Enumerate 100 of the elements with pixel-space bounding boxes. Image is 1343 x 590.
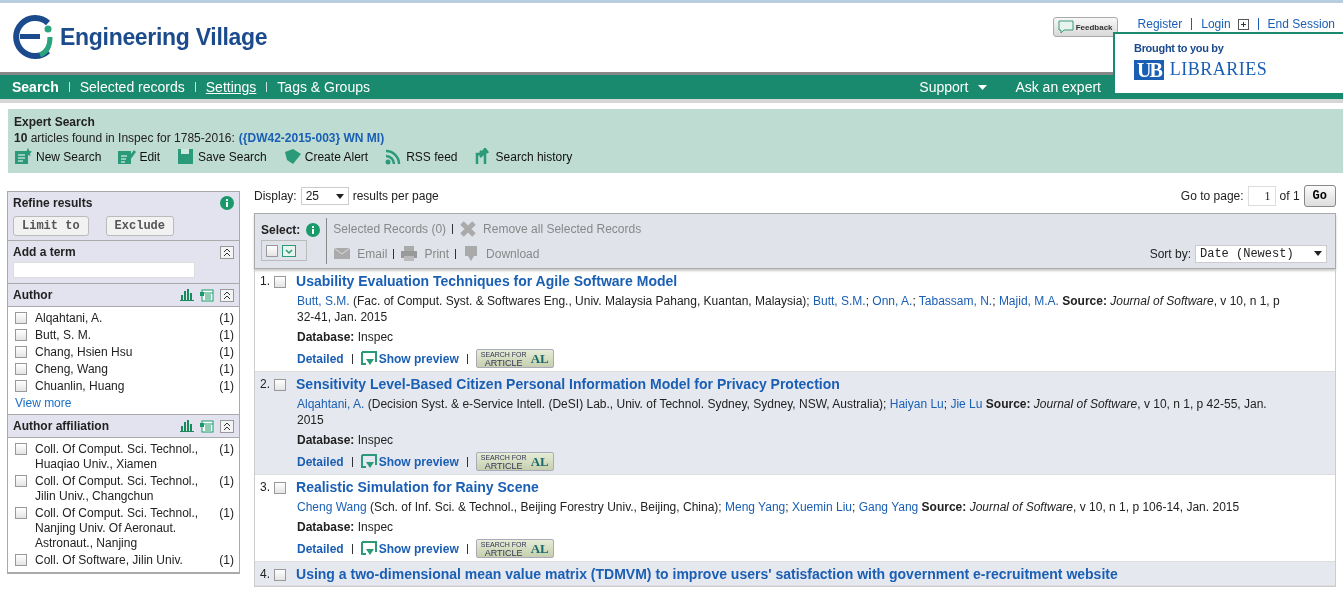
facet-count: (1) (219, 311, 234, 326)
view-more-link[interactable]: View more (15, 396, 234, 410)
nav-link[interactable]: Support (919, 79, 988, 95)
nav-tab[interactable]: Tags & Groups (277, 79, 370, 95)
plus-box-icon[interactable] (1237, 18, 1249, 30)
checkbox[interactable] (15, 507, 27, 519)
show-preview-link[interactable]: Show preview (360, 541, 459, 556)
feedback-button[interactable]: Feedback (1052, 17, 1118, 37)
facet-label[interactable]: Cheng, Wang (35, 362, 212, 377)
checkbox[interactable] (274, 568, 286, 581)
toolbar-action[interactable]: Save Search (176, 148, 267, 165)
select-all-checkbox[interactable] (266, 245, 278, 257)
detailed-link[interactable]: Detailed (297, 541, 344, 556)
nav-tab[interactable]: Selected records (79, 79, 185, 95)
checkbox[interactable] (15, 380, 27, 392)
author-link[interactable]: Alqahtani, A. (297, 397, 365, 411)
sort-select[interactable]: Date (Newest) (1195, 244, 1327, 263)
result-title-link[interactable]: Sensitivity Level-Based Citizen Personal Information Model for Privacy Protection (296, 376, 840, 392)
filter-button[interactable]: Exclude (105, 216, 175, 236)
author-link[interactable]: Majid, M.A. (998, 294, 1059, 308)
preview-arrow-icon (360, 454, 377, 469)
database-line: Database: Inspec (297, 433, 395, 447)
toolbar-action[interactable]: RSS feed (384, 148, 458, 165)
page-field[interactable]: 1 (1247, 186, 1276, 206)
dropdown-caret-icon[interactable] (282, 244, 296, 257)
info-icon (220, 196, 234, 210)
result-number: 4. (260, 567, 270, 581)
term-field[interactable] (13, 262, 195, 278)
section-title: Author affiliation (13, 419, 109, 433)
goto-label: Go to page: (1180, 189, 1244, 203)
facet-label[interactable]: Butt, S. M. (35, 328, 212, 343)
collapse-icon[interactable] (220, 288, 234, 302)
checkbox[interactable] (274, 378, 286, 391)
preview-arrow-icon (360, 541, 377, 556)
checkbox[interactable] (15, 312, 27, 324)
header-link[interactable]: End Session (1267, 17, 1335, 31)
database-line: Database: Inspec (297, 330, 395, 344)
facet-label[interactable]: Chang, Hsien Hsu (35, 345, 212, 360)
nav-link[interactable]: Ask an expert (1015, 79, 1101, 95)
export-table-icon[interactable] (200, 288, 214, 302)
bar-chart-icon[interactable] (180, 289, 194, 301)
facet-count: (1) (219, 345, 234, 360)
summary-title: Expert Search (14, 115, 96, 129)
facet-label[interactable]: Coll. Of Comput. Sci. Technol., Jilin Univ., Changchun (35, 474, 212, 504)
facet-label[interactable]: Coll. Of Comput. Sci. Technol., Huaqiao Univ., Xiamen (35, 442, 212, 472)
facet-label[interactable]: Coll. Of Comput. Sci. Technol., Nanjing Univ. Of Aeronaut. Astronaut., Nanjing (35, 506, 212, 551)
facet-label[interactable]: Chuanlin, Huang (35, 379, 212, 394)
filter-button[interactable]: Limit to (13, 216, 89, 236)
toolbar-action[interactable]: New Search (14, 148, 102, 165)
citation-text: Butt, S.M. (Fac. of Comput. Syst. & Softwares Eng., Univ. Malaysia Pahang, Kuantan, Malaysia); Butt, S.M.; Onn, A.; Tabassam, N.; Majid, M.A. Source: Journal of Software, v 10, n 1, p 32-41, Jan. 2015 (297, 293, 1281, 325)
toolbar-action[interactable]: Search history (473, 148, 573, 165)
facet-count: (1) (219, 553, 234, 568)
author-link[interactable]: Haiyan Lu (889, 397, 944, 411)
nav-tab[interactable]: Settings (205, 79, 257, 95)
per-page-select[interactable]: 25 (300, 187, 349, 205)
checkbox[interactable] (15, 443, 27, 455)
header-link[interactable]: Login (1201, 17, 1231, 31)
collapse-icon[interactable] (220, 419, 234, 433)
checkbox[interactable] (274, 481, 286, 494)
toolbar-action[interactable]: Edit (117, 148, 161, 165)
checkbox[interactable] (15, 475, 27, 487)
selected-records-count: Selected Records (0) (333, 221, 447, 236)
collapse-icon[interactable] (220, 245, 234, 259)
checkbox[interactable] (15, 329, 27, 341)
query-link[interactable]: ({DW42-2015-003} WN MI) (238, 131, 385, 145)
checkbox[interactable] (274, 275, 286, 288)
author-link[interactable]: Gang Yang (858, 500, 919, 514)
facet-count: (1) (219, 442, 234, 457)
go-button[interactable]: Go (1303, 185, 1336, 207)
detailed-link[interactable]: Detailed (297, 351, 344, 366)
result-number: 3. (260, 480, 270, 494)
checkbox[interactable] (15, 346, 27, 358)
author-link[interactable]: Butt, S.M. (813, 294, 866, 308)
result-title-link[interactable]: Using a two-dimensional mean value matrix (TDMVM) to improve users' satisfaction with government e-recruitment website (296, 566, 1118, 582)
detailed-link[interactable]: Detailed (297, 454, 344, 469)
facet-label[interactable]: Coll. Of Software, Jilin Univ. (35, 553, 212, 568)
facet-label[interactable]: Alqahtani, A. (35, 311, 212, 326)
author-link[interactable]: Xuemin Liu (791, 500, 852, 514)
result-title-link[interactable]: Usability Evaluation Techniques for Agile Software Model (296, 273, 678, 289)
author-link[interactable]: Jie Lu (950, 397, 983, 411)
author-link[interactable]: Cheng Wang (297, 500, 367, 514)
result-number: 1. (260, 274, 270, 288)
export-table-icon[interactable] (200, 419, 214, 433)
caret-icon (1314, 251, 1322, 256)
author-link[interactable]: Butt, S.M. (297, 294, 350, 308)
nav-tab[interactable]: Search (12, 79, 59, 95)
result-title-link[interactable]: Realistic Simulation for Rainy Scene (296, 479, 539, 495)
bar-chart-icon[interactable] (180, 420, 194, 432)
checkbox[interactable] (15, 363, 27, 375)
library-logo: UB (1134, 59, 1164, 80)
notepad-pencil-icon (117, 148, 137, 165)
show-preview-link[interactable]: Show preview (360, 454, 459, 469)
show-preview-link[interactable]: Show preview (360, 351, 459, 366)
toolbar-action[interactable]: Create Alert (282, 148, 369, 165)
facet-count: (1) (219, 506, 234, 521)
author-link[interactable]: Tabassam, N. (918, 294, 993, 308)
facet-count: (1) (219, 379, 234, 394)
sort-label: Sort by: (1149, 246, 1191, 261)
checkbox[interactable] (15, 554, 27, 566)
header-link[interactable]: Register (1137, 17, 1183, 31)
